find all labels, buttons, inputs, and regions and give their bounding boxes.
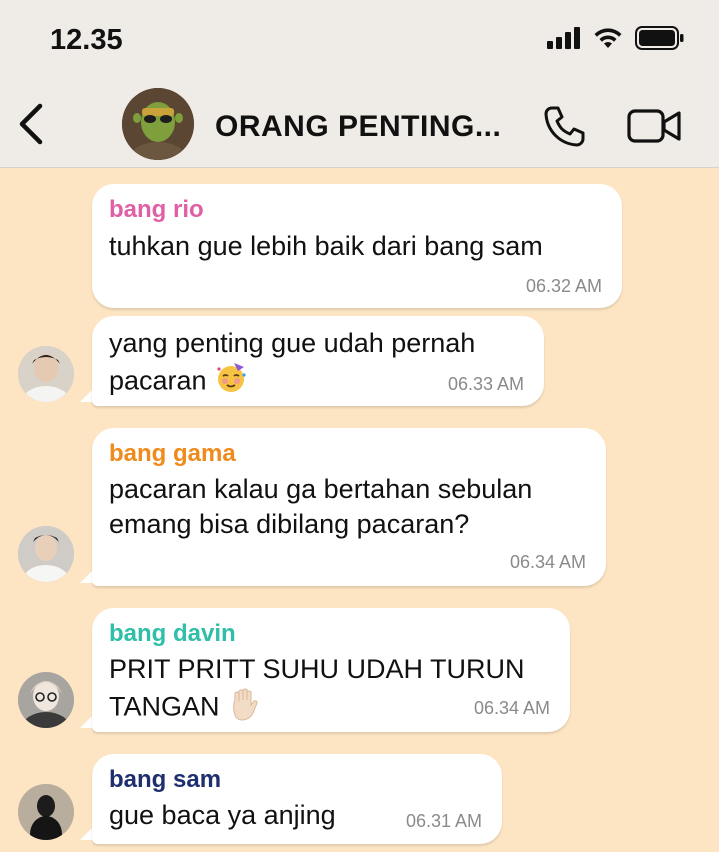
group-avatar-image (122, 88, 194, 160)
message-time: 06.34 AM (509, 552, 586, 572)
message-bubble[interactable]: yang penting gue udah pernah pacaran 06.… (92, 316, 544, 406)
sender-avatar[interactable] (18, 526, 74, 582)
battery-icon (635, 26, 684, 50)
message-text-line: pacaran (109, 365, 207, 396)
message-time: 06.33 AM (447, 374, 524, 394)
avatar-photo (18, 784, 74, 840)
message-time: 06.31 AM (405, 811, 482, 831)
message-time: 06.34 AM (473, 698, 550, 718)
wifi-icon (594, 28, 622, 48)
status-icons (547, 26, 685, 50)
message-list[interactable]: bang rio tuhkan gue lebih baik dari bang… (0, 168, 719, 852)
chat-header: ORANG PENTING... (0, 80, 719, 168)
message-sender: bang davin (109, 620, 236, 647)
partying-face-icon (214, 361, 248, 404)
avatar-photo (18, 526, 74, 582)
chevron-left-icon (19, 103, 43, 145)
group-avatar[interactable] (122, 88, 194, 160)
back-button[interactable] (14, 102, 48, 151)
message-time: 06.32 AM (525, 276, 602, 296)
message-bubble[interactable]: bang rio tuhkan gue lebih baik dari bang… (92, 184, 622, 308)
message-bubble[interactable]: bang gama pacaran kalau ga bertahan sebu… (92, 428, 606, 586)
sender-avatar[interactable] (18, 672, 74, 728)
message-text: PRIT PRITT SUHU UDAH TURUN (109, 654, 525, 684)
status-time: 12.35 (50, 24, 123, 56)
message-text: yang penting gue udah pernah (109, 328, 476, 358)
group-title[interactable]: ORANG PENTING... (215, 110, 501, 144)
video-camera-icon (627, 109, 681, 143)
message-sender: bang sam (109, 766, 222, 793)
message-text: pacaran kalau ga bertahan sebulan (109, 474, 533, 504)
raised-hand-icon (227, 687, 261, 730)
message-sender: bang rio (109, 196, 204, 223)
phone-icon (544, 106, 585, 147)
avatar-photo (18, 672, 74, 728)
status-bar: 12.35 (0, 0, 719, 80)
sender-avatar[interactable] (18, 346, 74, 402)
message-text: tuhkan gue lebih baik dari bang sam (109, 231, 543, 261)
message-bubble[interactable]: bang davin PRIT PRITT SUHU UDAH TURUN TA… (92, 608, 570, 732)
message-bubble[interactable]: bang sam gue baca ya anjing 06.31 AM (92, 754, 502, 844)
message-text: TANGAN (109, 687, 261, 730)
video-call-button[interactable] (627, 108, 683, 149)
message-text: emang bisa dibilang pacaran? (109, 509, 470, 539)
avatar-photo (18, 346, 74, 402)
message-text: pacaran (109, 361, 248, 404)
sender-avatar[interactable] (18, 784, 74, 840)
message-text: gue baca ya anjing (109, 800, 336, 830)
voice-call-button[interactable] (542, 104, 586, 153)
signal-icon (547, 27, 580, 49)
message-sender: bang gama (109, 440, 236, 467)
message-text-line: TANGAN (109, 691, 220, 722)
